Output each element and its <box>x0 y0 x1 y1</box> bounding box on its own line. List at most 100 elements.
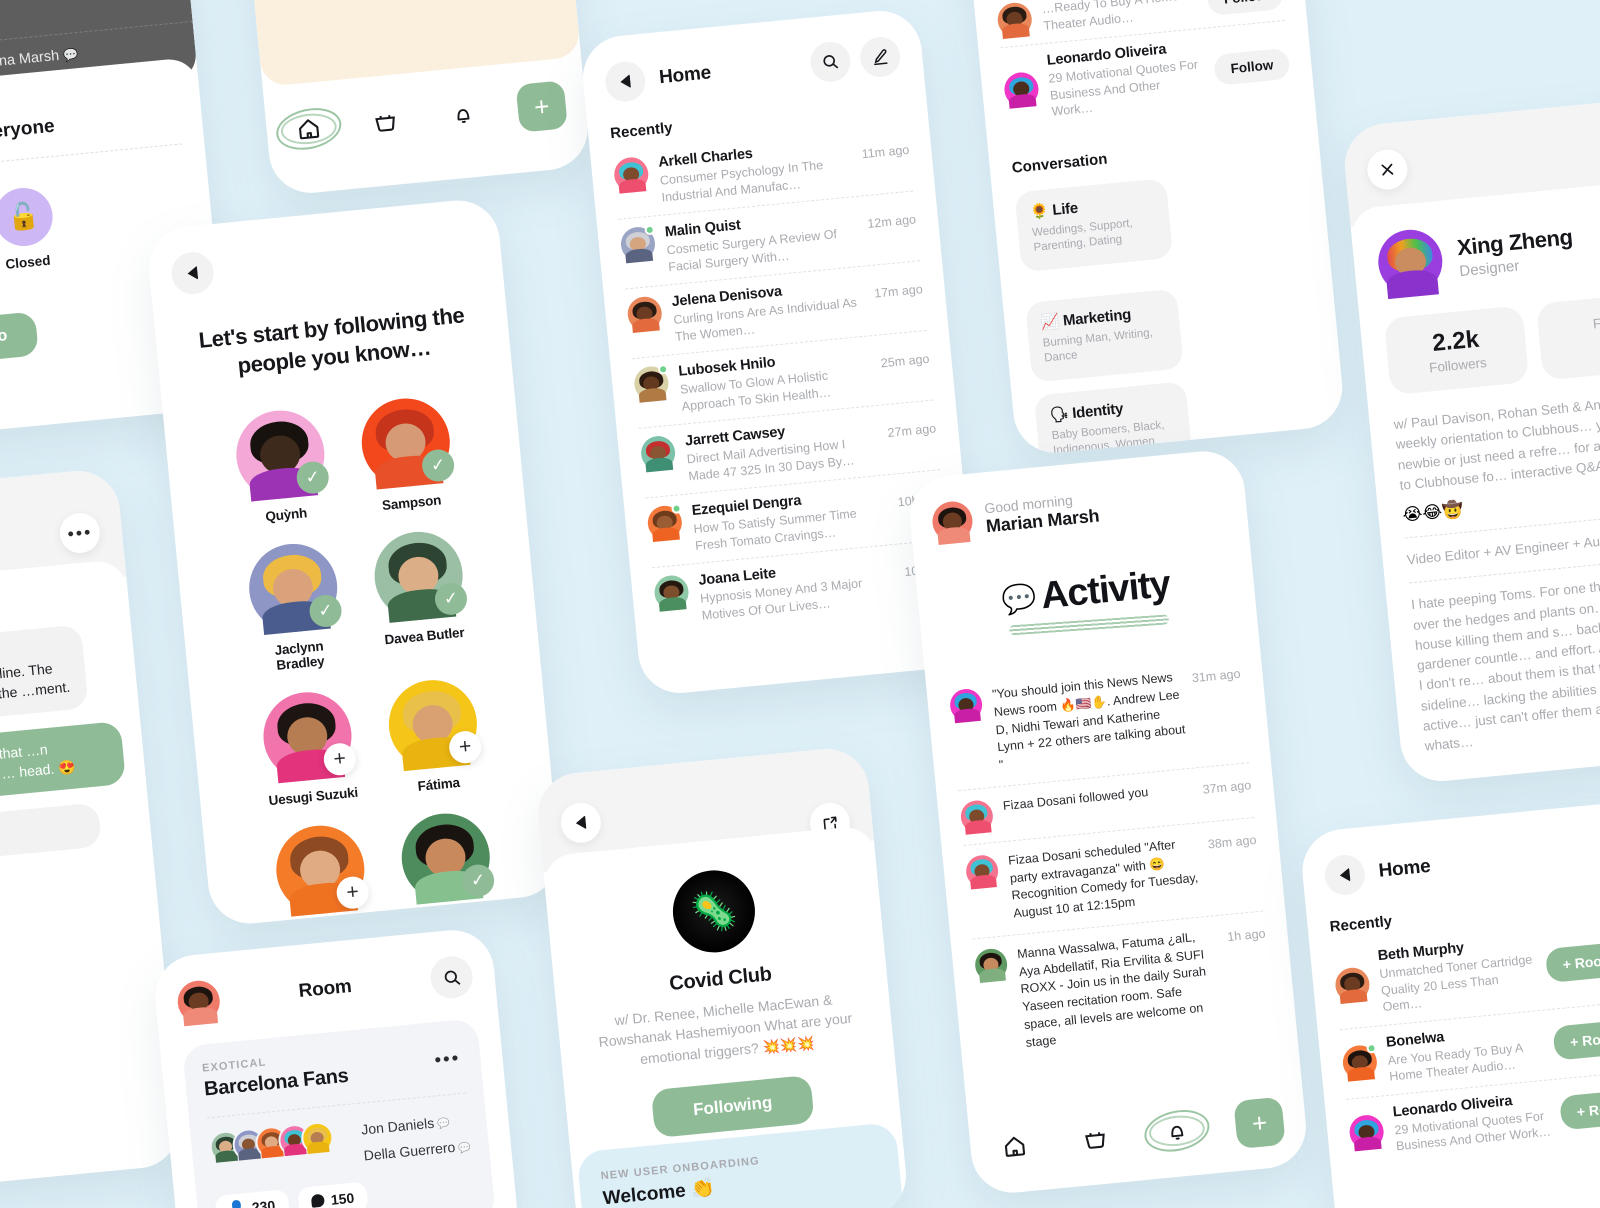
follow-person-cell[interactable]: + Uesugi Suzuki <box>255 688 361 809</box>
activity-item[interactable]: Manna Wassalwa, Fatuma ¿alL, Aya Abdella… <box>973 911 1276 1067</box>
avatar <box>959 798 995 835</box>
stat-following[interactable]: Fo… <box>1535 290 1600 381</box>
follow-people-grid: ✓ Quỳnh ✓ Sampson ✓ Jaclynn Bradley ✓ Davea But… <box>186 390 556 927</box>
nav-activity-button[interactable] <box>439 90 487 138</box>
conversation-category-tile[interactable]: 🗣 Identity Baby Boomers, Black, Indigenou… <box>1033 380 1193 457</box>
avatar: ✓ <box>232 406 331 503</box>
nav-home-button[interactable] <box>991 1122 1039 1170</box>
follow-suggestions-list: …Ready To Buy A Home Theater Audio… Follo… <box>995 0 1293 133</box>
create-room-fab[interactable]: + <box>515 80 568 133</box>
avatar: ✓ <box>397 809 496 906</box>
online-indicator <box>671 503 682 515</box>
chat-bubble-outgoing: …ring the fact that …n advertisement … h… <box>0 720 127 807</box>
follow-person-cell[interactable]: + Fátima <box>381 676 487 797</box>
home-rooms-list: Beth Murphy Unmatched Toner Cartridge Qua… <box>1331 915 1600 1168</box>
category-subtitle: Weddings, Support, Parenting, Dating <box>1031 216 1134 255</box>
activity-list: "You should join this News News News roo… <box>947 651 1276 1067</box>
online-indicator <box>657 363 669 375</box>
activity-timestamp: 37m ago <box>1201 777 1252 797</box>
back-button[interactable] <box>169 250 216 297</box>
nav-rooms-button[interactable] <box>1072 1115 1120 1163</box>
avatar <box>1348 1113 1386 1152</box>
more-dots-icon[interactable]: ••• <box>434 1048 462 1071</box>
avatar[interactable] <box>930 499 975 545</box>
search-button[interactable] <box>428 954 475 1001</box>
search-button[interactable] <box>808 40 853 84</box>
room-type-closed-label: Closed <box>4 252 52 272</box>
room-screen-title: Room <box>297 976 353 1003</box>
panel-room-screen: Room EXOTICAL Barcelona Fans ••• Jon Dan… <box>151 926 521 1208</box>
follow-button[interactable]: Follow <box>1213 48 1291 87</box>
profile-bio-long: I hate peeping Toms. For one thing the… … <box>1410 570 1600 754</box>
follow-person-name: Sampson <box>381 492 442 514</box>
add-room-button[interactable]: + Room <box>1559 1088 1600 1131</box>
conversation-category-tile[interactable]: 🌻 Life Weddings, Support, Parenting, Dati… <box>1014 177 1174 272</box>
panel-room-nav: 👤 49 12 Jon Daniels 💬 Della Guerrero 💬 B… <box>244 0 592 197</box>
online-indicator <box>1366 1042 1378 1054</box>
follow-person-cell[interactable]: ✓ Davea Butler <box>367 527 475 664</box>
active-scribble-highlight <box>1140 1104 1214 1158</box>
room-type-closed[interactable]: 🔓 Closed <box>0 185 58 272</box>
avatar: ✓ <box>357 394 456 491</box>
follow-person-name: Davea Butler <box>383 624 466 648</box>
follow-person-name: Rahul <box>278 918 375 928</box>
nav-rooms-button[interactable] <box>362 97 410 145</box>
avatar <box>639 434 677 473</box>
person-icon: 👤 <box>228 1201 246 1208</box>
chat-bubble-icon <box>310 1193 325 1208</box>
follow-person-cell[interactable]: ✓ Sampson <box>354 394 460 515</box>
activity-text: "You should join this News News News roo… <box>991 670 1187 773</box>
category-emoji-icon: 🗣 <box>1048 404 1070 424</box>
create-room-fab[interactable]: + <box>1233 1096 1286 1150</box>
follow-button[interactable]: Follow <box>1206 0 1284 17</box>
avatar <box>653 573 691 613</box>
page-title: Home <box>658 62 712 89</box>
follow-person-cell[interactable]: +Rahul <box>268 821 374 927</box>
activity-text: Manna Wassalwa, Fatuma ¿alL, Aya Abdella… <box>1016 929 1207 1050</box>
stat-followers[interactable]: 2.2k Followers <box>1383 305 1530 396</box>
activity-heading: Activity <box>1039 563 1172 618</box>
back-button[interactable] <box>1323 853 1367 897</box>
plus-icon: + <box>1250 1107 1269 1139</box>
category-subtitle: Burning Man, Writing, Dance <box>1042 326 1154 365</box>
avatar <box>632 363 670 404</box>
follow-person-cell[interactable]: ✓ Quỳnh <box>228 406 334 527</box>
avatar <box>1341 1042 1379 1083</box>
panel-covid-club: 🦠 Covid Club w/ Dr. Renee, Michelle MacE… <box>534 745 910 1208</box>
nav-activity-button[interactable] <box>1140 1104 1214 1158</box>
list-item-timestamp: 12m ago <box>866 212 917 231</box>
stat-label: Fo… <box>1592 313 1600 332</box>
follow-person-name: Uesugi Suzuki <box>267 784 359 809</box>
activity-timestamp: 31m ago <box>1191 666 1242 686</box>
list-item-timestamp: 27m ago <box>886 421 937 441</box>
profile-avatar <box>1375 226 1446 299</box>
avatar: ✓ <box>245 539 344 637</box>
user-avatar[interactable] <box>175 978 222 1026</box>
follow-person-cell[interactable]: ✓ Jaclynn Bradley <box>241 539 349 676</box>
search-icon <box>823 55 839 69</box>
add-room-button[interactable]: + Room <box>1552 1018 1600 1061</box>
follow-person-cell[interactable]: ✓ Hashim <box>394 809 500 927</box>
back-button[interactable] <box>603 59 648 104</box>
panel-home-rooms: Home Recently Beth Murphy Unmatched Toner… <box>1298 800 1600 1208</box>
back-arrow-icon <box>575 815 587 831</box>
activity-text: Fizaa Dosani scheduled "After party extr… <box>1007 837 1199 921</box>
plus-icon: + <box>532 90 551 123</box>
category-emoji-icon: 🌻 <box>1029 200 1050 221</box>
category-title: Marketing <box>1058 305 1132 330</box>
back-arrow-icon <box>186 265 199 281</box>
following-button[interactable]: Following <box>651 1074 815 1138</box>
back-arrow-icon <box>619 74 632 90</box>
avatar: + <box>384 676 483 773</box>
compose-button[interactable] <box>858 35 903 79</box>
home-icon <box>1004 1136 1026 1157</box>
nav-home-button[interactable] <box>272 102 346 156</box>
bottom-navbar: + <box>272 80 568 156</box>
lets-go-button[interactable]: Let's Go <box>0 311 40 367</box>
virus-icon: 🦠 <box>688 886 740 936</box>
conversation-category-tile[interactable]: 📈 Marketing Burning Man, Writing, Dance <box>1024 288 1184 383</box>
add-room-button[interactable]: + Room <box>1545 940 1600 983</box>
category-title: Identity <box>1067 399 1124 422</box>
lock-3d-icon: 🔓 <box>0 185 56 249</box>
club-card[interactable]: EXOTICAL Barcelona Fans ••• Jon Daniels … <box>181 1018 497 1208</box>
